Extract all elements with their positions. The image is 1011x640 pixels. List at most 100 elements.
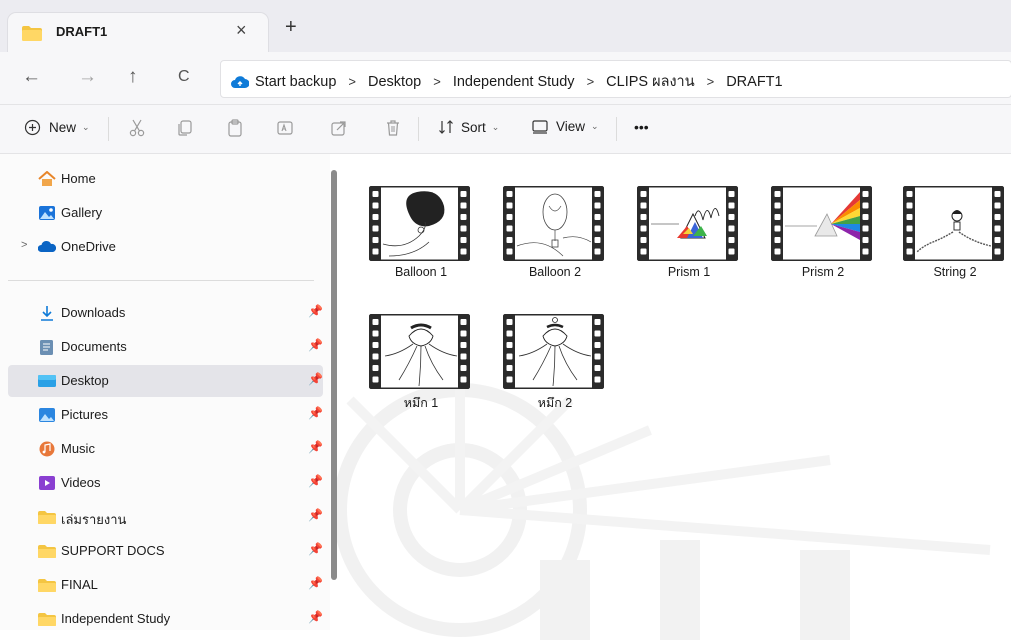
breadcrumb-clips[interactable]: CLIPS ผลงาน [606, 70, 694, 93]
file-name: Prism 1 [667, 265, 711, 279]
start-backup-link[interactable]: Start backup [255, 74, 336, 90]
address-bar[interactable]: Start backup > Desktop > Independent Stu… [220, 60, 1011, 98]
gallery-icon [39, 206, 55, 220]
sidebar-item-label: SUPPORT DOCS [61, 543, 165, 558]
pin-icon[interactable]: 📌 [308, 372, 323, 386]
pin-icon[interactable]: 📌 [308, 304, 323, 318]
sort-label: Sort [461, 119, 486, 135]
chevron-down-icon: ⌄ [491, 121, 500, 132]
breadcrumb-separator: > [706, 74, 715, 89]
music-icon [39, 441, 55, 457]
chevron-down-icon: ⌄ [591, 121, 599, 131]
pin-icon[interactable]: 📌 [308, 508, 323, 522]
view-button[interactable]: View ⌄ [532, 119, 599, 134]
breadcrumb-desktop[interactable]: Desktop [368, 74, 421, 90]
pin-icon[interactable]: 📌 [308, 406, 323, 420]
sidebar-item-onedrive[interactable]: > OneDrive [8, 231, 323, 263]
sidebar-scrollbar[interactable] [330, 170, 338, 590]
sidebar-item-desktop[interactable]: Desktop 📌 [8, 365, 323, 397]
home-icon [38, 171, 56, 186]
sidebar-item-gallery[interactable]: Gallery [8, 197, 323, 229]
tab-title: DRAFT1 [56, 24, 108, 39]
sidebar-item-label: Desktop [61, 373, 109, 388]
file-item-string-2[interactable]: String 2 [895, 180, 1011, 295]
sidebar-item-label: Videos [61, 475, 101, 490]
breadcrumb-draft1[interactable]: DRAFT1 [726, 74, 782, 90]
file-item-balloon-2[interactable]: Balloon 2 [495, 180, 615, 295]
rename-icon[interactable] [276, 119, 294, 137]
folder-icon [38, 511, 56, 524]
cut-icon[interactable] [128, 119, 146, 137]
sidebar-item-label: Independent Study [61, 611, 171, 626]
file-item-prism-1[interactable]: Prism 1 [629, 180, 749, 295]
pin-icon[interactable]: 📌 [308, 474, 323, 488]
sidebar-item-label: Pictures [61, 407, 108, 422]
close-tab-icon[interactable]: × [236, 20, 247, 41]
file-name: หมึก 1 [403, 396, 439, 410]
file-item-prism-2[interactable]: Prism 2 [763, 180, 883, 295]
sidebar-item-home[interactable]: Home [8, 163, 323, 195]
plus-circle-icon [24, 119, 41, 136]
pin-icon[interactable]: 📌 [308, 440, 323, 454]
refresh-button[interactable]: C [178, 68, 190, 86]
folder-icon [38, 579, 56, 592]
file-item-balloon-1[interactable]: Balloon 1 [361, 180, 481, 295]
chevron-down-icon: ⌄ [82, 122, 90, 132]
file-item-squid-1[interactable]: หมึก 1 [361, 308, 481, 423]
pin-icon[interactable]: 📌 [308, 338, 323, 352]
more-options-button[interactable]: ••• [634, 119, 649, 135]
video-thumbnail [771, 186, 872, 261]
video-thumbnail [369, 186, 470, 261]
pin-icon[interactable]: 📌 [308, 542, 323, 556]
share-icon[interactable] [330, 119, 348, 137]
video-thumbnail [503, 314, 604, 389]
sidebar-item-downloads[interactable]: Downloads 📌 [8, 297, 323, 329]
sidebar-item-final[interactable]: FINAL 📌 [8, 569, 323, 601]
pin-icon[interactable]: 📌 [308, 610, 323, 624]
file-name: Balloon 1 [394, 265, 448, 279]
sidebar-item-label: OneDrive [61, 239, 116, 254]
file-view: Balloon 1 Balloon 2 Prism 1 Prism 2 Stri… [340, 154, 1011, 630]
up-button[interactable]: ↑ [128, 66, 138, 88]
file-name: หมึก 2 [537, 396, 573, 410]
breadcrumb-separator: > [586, 74, 595, 89]
chevron-right-icon[interactable]: > [21, 239, 27, 251]
paste-icon[interactable] [226, 119, 244, 137]
sidebar-item-label: Documents [61, 339, 127, 354]
video-thumbnail [903, 186, 1004, 261]
sidebar-item-label: เล่มรายงาน [61, 512, 127, 527]
file-name: Prism 2 [801, 265, 845, 279]
sidebar-item-report[interactable]: เล่มรายงาน 📌 [8, 501, 323, 533]
sort-button[interactable]: Sort ⌄ [438, 119, 499, 135]
sidebar-item-label: FINAL [61, 577, 98, 592]
scrollbar-thumb[interactable] [331, 170, 337, 580]
sidebar-item-label: Music [61, 441, 95, 456]
tab-draft1[interactable]: DRAFT1 × [8, 13, 268, 52]
file-item-squid-2[interactable]: หมึก 2 [495, 308, 615, 423]
view-icon [532, 119, 548, 134]
new-button[interactable]: New ⌄ [24, 119, 90, 136]
breadcrumb-separator: > [433, 74, 441, 89]
sort-icon [439, 120, 453, 134]
back-button[interactable]: ← [22, 66, 41, 88]
pin-icon[interactable]: 📌 [308, 576, 323, 590]
navigation-pane: Home Gallery > OneDrive Downloads 📌 Docu… [0, 154, 330, 630]
sidebar-item-music[interactable]: Music 📌 [8, 433, 323, 465]
command-toolbar: New ⌄ Sort ⌄ View ⌄ ••• [0, 105, 1011, 154]
sidebar-item-videos[interactable]: Videos 📌 [8, 467, 323, 499]
sidebar-item-support-docs[interactable]: SUPPORT DOCS 📌 [8, 535, 323, 567]
folder-icon [22, 26, 42, 41]
file-name: Balloon 2 [528, 265, 582, 279]
forward-button[interactable]: → [78, 66, 97, 88]
delete-icon[interactable] [384, 119, 402, 137]
sidebar-item-independent-study[interactable]: Independent Study 📌 [8, 603, 323, 635]
copy-icon[interactable] [176, 119, 194, 137]
sidebar-item-pictures[interactable]: Pictures 📌 [8, 399, 323, 431]
video-thumbnail [503, 186, 604, 261]
download-icon [41, 306, 53, 321]
video-thumbnail [369, 314, 470, 389]
breadcrumb-independent-study[interactable]: Independent Study [453, 74, 575, 90]
new-tab-button[interactable]: + [285, 16, 297, 39]
onedrive-icon [38, 240, 56, 252]
sidebar-item-documents[interactable]: Documents 📌 [8, 331, 323, 363]
